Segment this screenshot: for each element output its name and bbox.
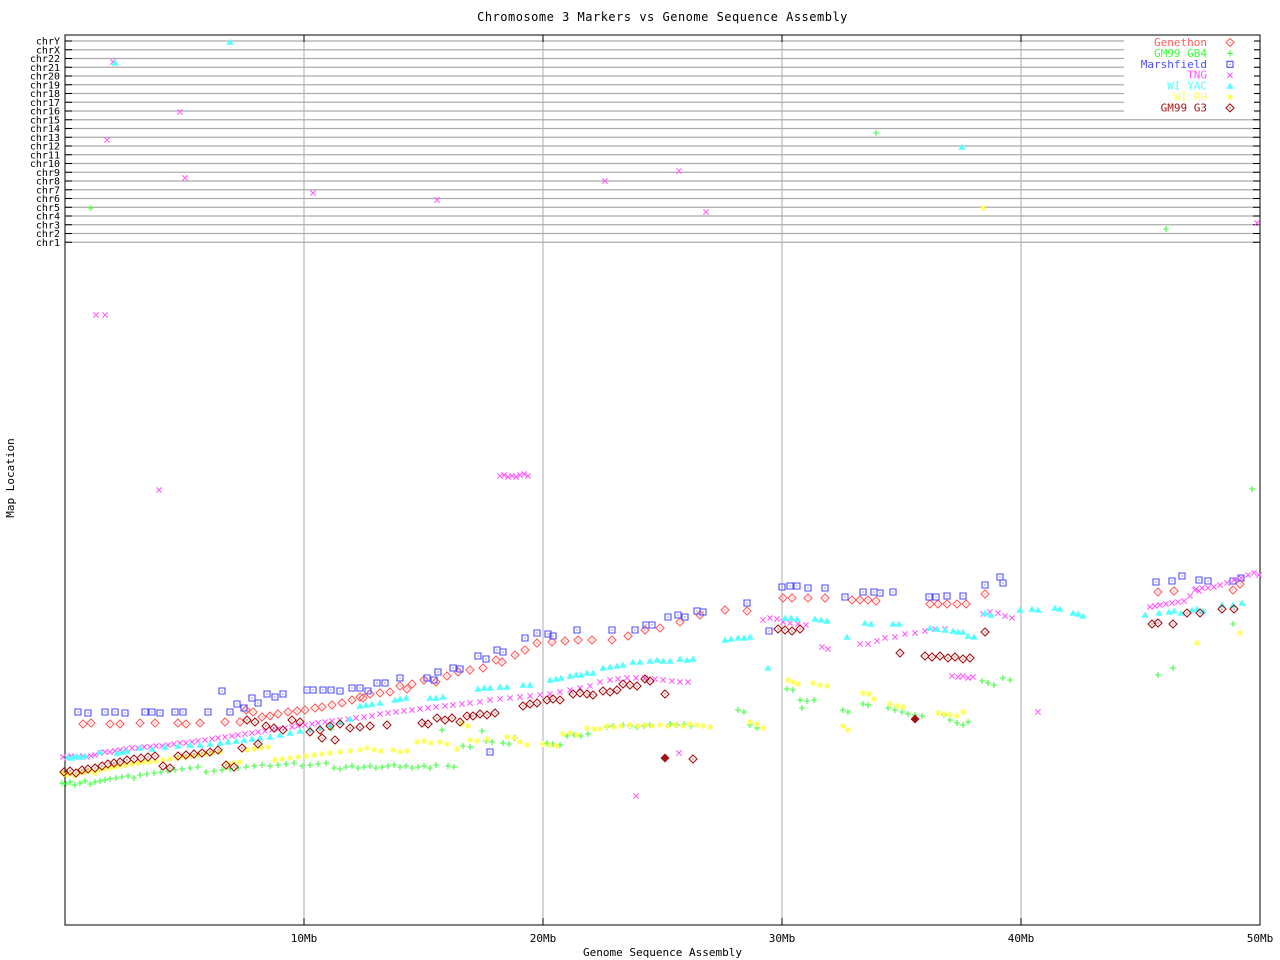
series-wi-rh-points [59, 205, 1243, 779]
series-genethon-points [79, 580, 1244, 728]
chromosome-label: chr1 [36, 238, 60, 249]
vertical-gridlines [304, 35, 1021, 925]
series-gm99-gb4-points [59, 130, 1255, 788]
x-tick-label: 50Mb [1247, 932, 1274, 945]
row-ticks [65, 41, 1260, 242]
x-tick-label: 20Mb [530, 932, 557, 945]
legend-marker-icon [1227, 94, 1233, 100]
series-gm99-g3-solid-points [661, 715, 920, 763]
chromosome-labels: chrYchrXchr22chr21chr20chr19chr18chr17ch… [30, 37, 60, 249]
plot-frame [65, 35, 1260, 925]
chromosome-row-lines [65, 41, 1260, 242]
chart-canvas: chrYchrXchr22chr21chr20chr19chr18chr17ch… [0, 0, 1280, 960]
x-tick-label: 10Mb [291, 932, 318, 945]
chart-page: Chromosome 3 Markers vs Genome Sequence … [0, 0, 1280, 960]
x-tick-label: 40Mb [1008, 932, 1035, 945]
series-tng-points [60, 59, 1261, 798]
series-gm99-g3-points [60, 605, 1238, 777]
x-tick-label: 30Mb [769, 932, 796, 945]
x-axis-label: Genome Sequence Assembly [65, 946, 1260, 959]
series-wi-yac-points [64, 39, 1245, 761]
legend-label: GM99 G3 [1161, 101, 1207, 114]
